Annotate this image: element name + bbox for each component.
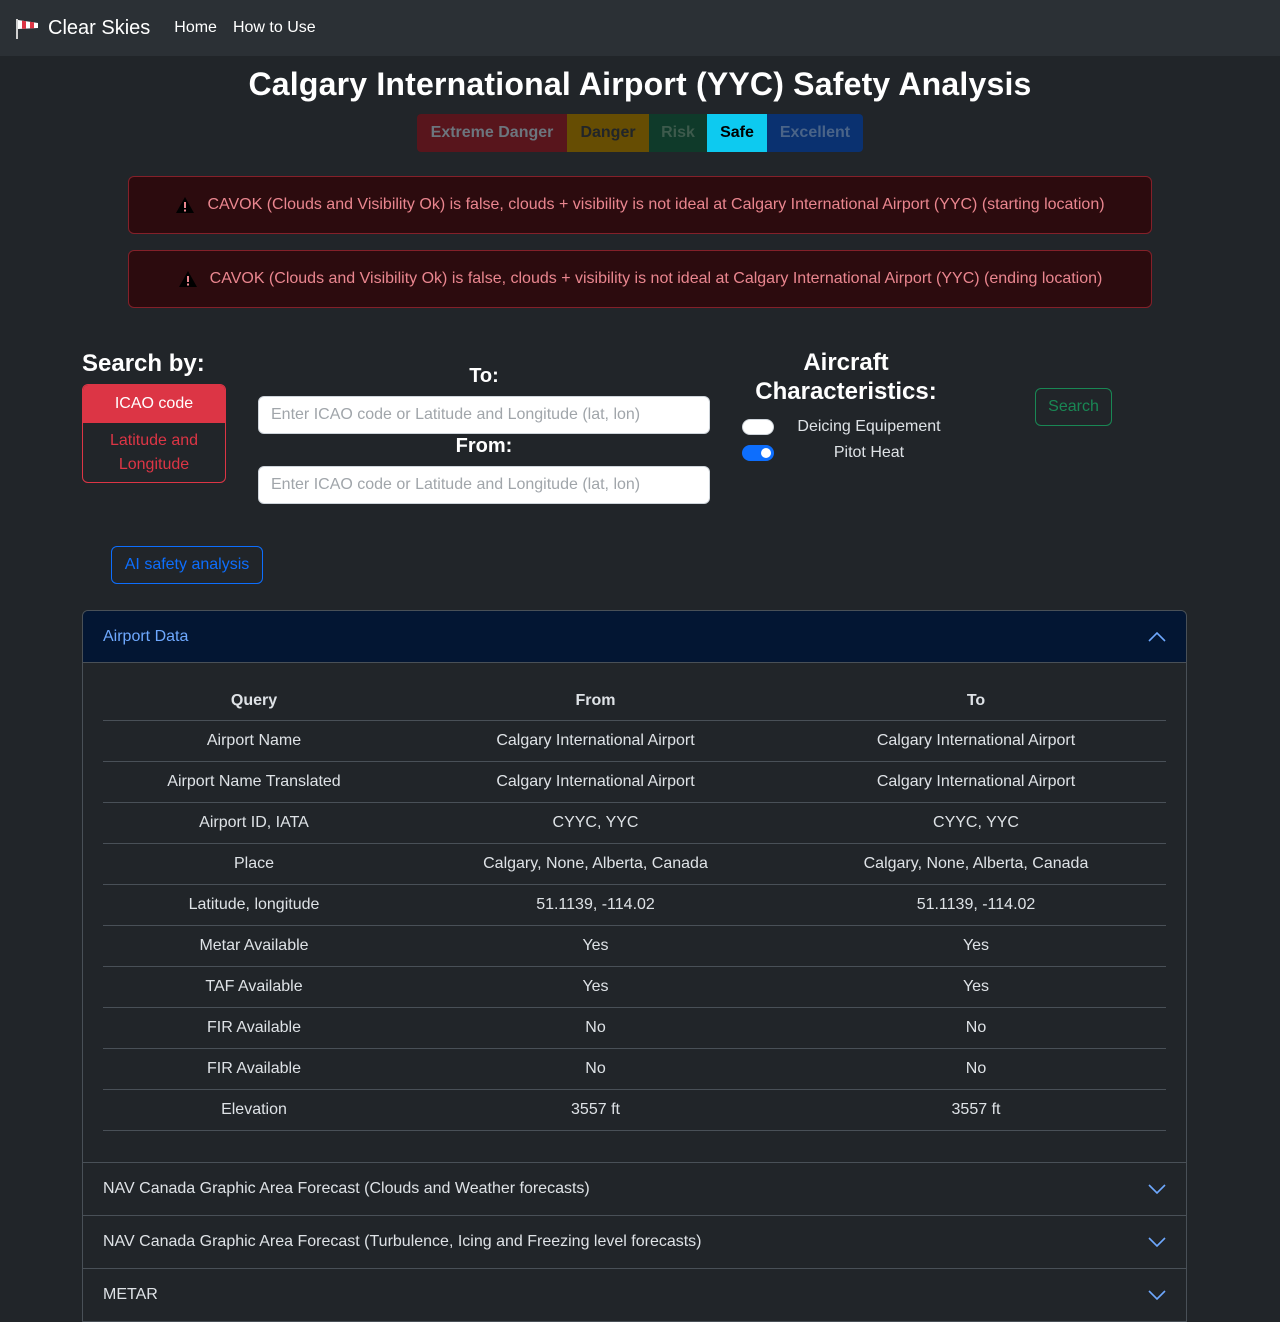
- table-cell: 3557 ft: [786, 1089, 1166, 1131]
- table-cell: Place: [103, 843, 405, 885]
- safety-scale: Extreme Danger Danger Risk Safe Excellen…: [417, 114, 863, 152]
- table-cell: FIR Available: [103, 1007, 405, 1049]
- table-cell: CYYC, YYC: [405, 802, 786, 844]
- section-title: NAV Canada Graphic Area Forecast (Clouds…: [103, 1180, 590, 1197]
- table-cell: Latitude, longitude: [103, 884, 405, 926]
- table-row: Airport Name Translated Calgary Internat…: [103, 761, 1166, 803]
- airport-data-table: Query From To Airport Name Calgary Inter…: [103, 683, 1166, 1131]
- table-cell: Airport Name: [103, 720, 405, 762]
- table-cell: Airport Name Translated: [103, 761, 405, 803]
- column-header-query: Query: [103, 683, 405, 721]
- scale-excellent: Excellent: [767, 114, 863, 152]
- scale-danger: Danger: [567, 114, 649, 152]
- airport-data-header[interactable]: Airport Data: [83, 611, 1186, 663]
- metar-header[interactable]: METAR: [83, 1269, 1186, 1322]
- to-input[interactable]: [258, 396, 710, 434]
- to-label: To:: [469, 365, 499, 387]
- column-header-to: To: [786, 683, 1166, 721]
- chevron-down-icon: [1148, 1290, 1166, 1300]
- warning-triangle-icon: [178, 270, 198, 288]
- scale-extreme-danger: Extreme Danger: [417, 114, 567, 152]
- table-cell: Calgary, None, Alberta, Canada: [786, 843, 1166, 885]
- table-cell: Yes: [786, 925, 1166, 967]
- table-cell: Calgary International Airport: [405, 720, 786, 762]
- page-title: Calgary International Airport (YYC) Safe…: [248, 66, 1032, 102]
- pitot-heat-label: Pitot Heat: [833, 444, 905, 461]
- table-row: Metar Available Yes Yes: [103, 925, 1166, 967]
- table-row: Place Calgary, None, Alberta, Canada Cal…: [103, 843, 1166, 885]
- search-button[interactable]: Search: [1035, 388, 1112, 426]
- mode-lat-lon-button[interactable]: Latitude and Longitude: [83, 423, 225, 482]
- table-cell: Calgary, None, Alberta, Canada: [405, 843, 786, 885]
- table-cell: No: [405, 1048, 786, 1090]
- brand-name: Clear Skies: [48, 16, 151, 39]
- table-row: Latitude, longitude 51.1139, -114.02 51.…: [103, 884, 1166, 926]
- table-cell: Airport ID, IATA: [103, 802, 405, 844]
- section-title: NAV Canada Graphic Area Forecast (Turbul…: [103, 1233, 702, 1250]
- table-cell: Calgary International Airport: [786, 761, 1166, 803]
- table-row: TAF Available Yes Yes: [103, 966, 1166, 1008]
- table-cell: Calgary International Airport: [405, 761, 786, 803]
- table-row: FIR Available No No: [103, 1048, 1166, 1090]
- pitot-heat-toggle-row: Pitot Heat: [742, 444, 964, 462]
- alert-text: CAVOK (Clouds and Visibility Ok) is fals…: [209, 270, 1103, 287]
- warning-triangle-icon: [175, 196, 195, 214]
- table-cell: TAF Available: [103, 966, 405, 1008]
- table-cell: Metar Available: [103, 925, 405, 967]
- airport-data-title: Airport Data: [103, 627, 189, 645]
- table-cell: FIR Available: [103, 1048, 405, 1090]
- alert-text: CAVOK (Clouds and Visibility Ok) is fals…: [207, 196, 1105, 213]
- table-header-row: Query From To: [103, 683, 1166, 721]
- search-by-label: Search by:: [82, 350, 205, 377]
- deicing-label: Deicing Equipement: [797, 418, 941, 435]
- table-cell: Elevation: [103, 1089, 405, 1131]
- nav-how-to-use-link[interactable]: How to Use: [233, 19, 316, 37]
- airport-data-body: Query From To Airport Name Calgary Inter…: [83, 663, 1186, 1163]
- gfa-clouds-weather-header[interactable]: NAV Canada Graphic Area Forecast (Clouds…: [83, 1163, 1186, 1216]
- chevron-up-icon: [1148, 631, 1166, 642]
- nav-home-link[interactable]: Home: [174, 19, 217, 37]
- section-title: METAR: [103, 1286, 158, 1303]
- table-cell: No: [786, 1007, 1166, 1049]
- windsock-icon: [14, 16, 42, 40]
- gfa-turbulence-icing-header[interactable]: NAV Canada Graphic Area Forecast (Turbul…: [83, 1216, 1186, 1269]
- deicing-toggle-row: Deicing Equipement: [742, 418, 964, 436]
- brand-link[interactable]: Clear Skies: [14, 16, 150, 40]
- table-row: Airport Name Calgary International Airpo…: [103, 720, 1166, 762]
- table-row: Elevation 3557 ft 3557 ft: [103, 1089, 1166, 1131]
- table-cell: Yes: [405, 966, 786, 1008]
- chevron-down-icon: [1148, 1184, 1166, 1194]
- deicing-switch[interactable]: [742, 419, 774, 435]
- mode-icao-button[interactable]: ICAO code: [83, 385, 225, 423]
- table-cell: 3557 ft: [405, 1089, 786, 1131]
- ai-safety-analysis-button[interactable]: AI safety analysis: [111, 546, 263, 584]
- chevron-down-icon: [1148, 1237, 1166, 1247]
- from-input[interactable]: [258, 466, 710, 504]
- table-cell: 51.1139, -114.02: [786, 884, 1166, 926]
- from-label: From:: [455, 435, 513, 457]
- table-cell: No: [405, 1007, 786, 1049]
- table-cell: Yes: [405, 925, 786, 967]
- table-cell: No: [786, 1048, 1166, 1090]
- alert-ending-location: CAVOK (Clouds and Visibility Ok) is fals…: [128, 250, 1152, 308]
- alert-starting-location: CAVOK (Clouds and Visibility Ok) is fals…: [128, 176, 1152, 234]
- table-cell: 51.1139, -114.02: [405, 884, 786, 926]
- table-row: FIR Available No No: [103, 1007, 1166, 1049]
- pitot-heat-switch[interactable]: [742, 445, 774, 461]
- table-cell: Yes: [786, 966, 1166, 1008]
- results-accordion: Airport Data Query From To Airport Name …: [82, 610, 1187, 1322]
- aircraft-characteristics-title: Aircraft Characteristics:: [755, 349, 937, 405]
- search-mode-group: ICAO code Latitude and Longitude: [82, 384, 226, 483]
- scale-risk: Risk: [649, 114, 707, 152]
- scale-safe-active: Safe: [707, 114, 767, 152]
- table-row: Airport ID, IATA CYYC, YYC CYYC, YYC: [103, 802, 1166, 844]
- table-cell: CYYC, YYC: [786, 802, 1166, 844]
- top-navbar: Clear Skies Home How to Use: [0, 0, 1280, 56]
- column-header-from: From: [405, 683, 786, 721]
- table-cell: Calgary International Airport: [786, 720, 1166, 762]
